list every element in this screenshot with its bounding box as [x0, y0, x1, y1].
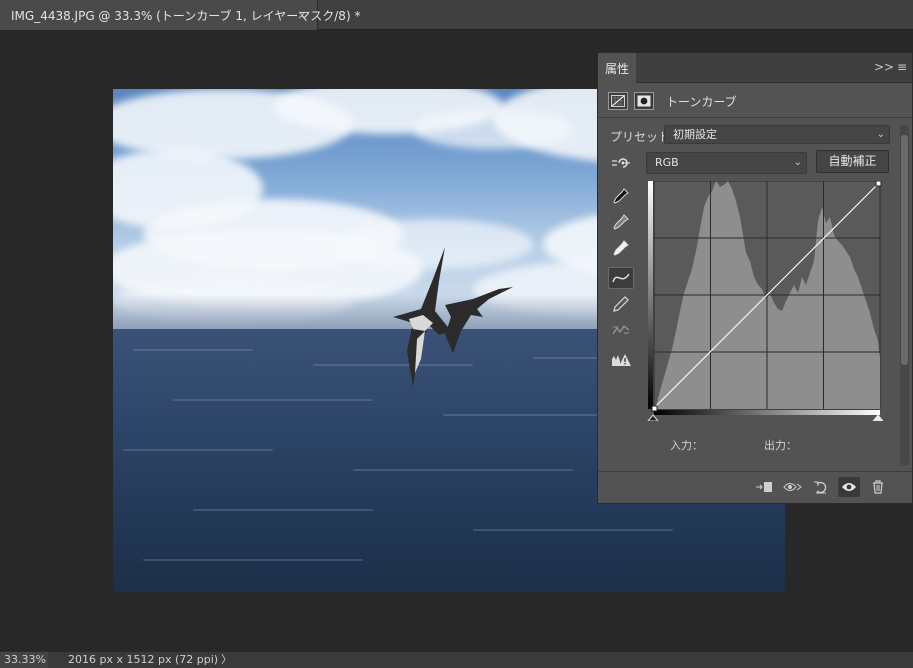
reset-icon[interactable]: [810, 477, 832, 497]
status-bar: 33.33% 2016 px x 1512 px (72 ppi) 〉: [0, 651, 913, 668]
chevron-down-icon: ⌄: [793, 157, 802, 168]
chevron-down-icon: ⌄: [876, 129, 885, 140]
black-input-slider[interactable]: [647, 414, 659, 421]
close-icon[interactable]: ×: [297, 8, 307, 22]
pencil-icon[interactable]: [608, 293, 634, 315]
curve-points-icon[interactable]: [608, 267, 634, 289]
panel-header: 属性 >> ≡: [598, 53, 912, 83]
status-menu-arrow[interactable]: 〉: [221, 652, 232, 668]
smooth-curve-icon[interactable]: [608, 319, 634, 341]
curves-graph[interactable]: [646, 181, 883, 421]
curve-point-white[interactable]: [875, 181, 882, 187]
document-tab-bar: IMG_4438.JPG @ 33.3% (トーンカーブ 1, レイヤーマスク/…: [0, 0, 913, 30]
input-label: 入力：: [670, 439, 703, 452]
curves-grid-icon[interactable]: [608, 92, 628, 110]
seagulls-illustration: [393, 247, 513, 387]
curve-point-black[interactable]: [651, 405, 658, 412]
panel-menu-icon[interactable]: ≡: [897, 60, 907, 74]
clip-to-layer-icon[interactable]: [753, 477, 775, 497]
channel-dropdown[interactable]: RGB ⌄: [646, 152, 807, 174]
document-tab-title: IMG_4438.JPG @ 33.3% (トーンカーブ 1, レイヤーマスク/…: [11, 8, 361, 23]
preset-dropdown[interactable]: 初期設定 ⌄: [664, 125, 890, 144]
view-previous-icon[interactable]: [782, 477, 804, 497]
footer-divider: [598, 471, 912, 472]
tab-properties[interactable]: 属性: [598, 53, 636, 83]
panel-scrollbar[interactable]: [900, 125, 909, 465]
white-eyedropper-icon[interactable]: [608, 237, 634, 259]
zoom-level[interactable]: 33.33%: [0, 652, 48, 668]
adjustment-title: トーンカーブ: [666, 94, 737, 109]
output-label: 出力：: [764, 439, 797, 452]
clipping-warning-icon[interactable]: [608, 349, 634, 371]
document-tab[interactable]: IMG_4438.JPG @ 33.3% (トーンカーブ 1, レイヤーマスク/…: [0, 0, 360, 30]
black-eyedropper-icon[interactable]: [608, 185, 634, 207]
gray-eyedropper-icon[interactable]: [608, 211, 634, 233]
collapse-panel-button[interactable]: >>: [874, 60, 894, 74]
preset-value: 初期設定: [673, 128, 717, 141]
scroll-thumb[interactable]: [901, 135, 908, 365]
input-gradient: [654, 410, 880, 415]
on-image-adjust-icon[interactable]: [608, 152, 634, 174]
layer-mask-icon[interactable]: [634, 92, 654, 110]
header-divider: [598, 117, 912, 118]
output-gradient: [648, 181, 653, 409]
properties-panel: 属性 >> ≡ トーンカーブ プリセット： 初期設定 ⌄ RGB ⌄ 自動補正: [597, 52, 913, 504]
channel-value: RGB: [655, 156, 679, 169]
auto-button[interactable]: 自動補正: [816, 150, 889, 173]
white-input-slider[interactable]: [872, 414, 883, 421]
document-size: 2016 px x 1512 px (72 ppi): [68, 653, 219, 666]
eye-icon[interactable]: [838, 477, 860, 497]
adjustment-header: トーンカーブ: [608, 90, 737, 112]
trash-icon[interactable]: [867, 477, 889, 497]
